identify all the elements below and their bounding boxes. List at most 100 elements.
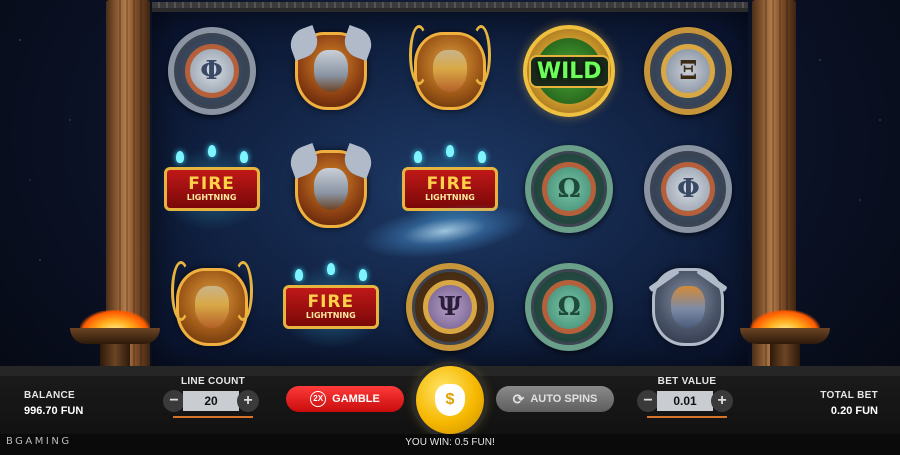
reel-cell xyxy=(271,12,390,130)
money-bag-icon: $ xyxy=(435,384,465,416)
bearded-face-icon xyxy=(194,286,229,328)
spark-icon xyxy=(294,269,303,281)
bet-value-control: BET VALUE − 0.01 + xyxy=(637,376,737,418)
bet-value-value: 0.01 xyxy=(657,391,713,411)
spin-button[interactable]: $ xyxy=(416,366,484,434)
gamble-button[interactable]: 2X GAMBLE xyxy=(286,386,404,412)
zeus-face-icon xyxy=(671,286,706,328)
reel-cell xyxy=(271,130,390,248)
god-symbol xyxy=(405,25,495,117)
spark-icon xyxy=(477,151,486,163)
omega-glyph: Ω xyxy=(542,162,597,216)
laurel-icon xyxy=(408,25,429,85)
line-count-label: LINE COUNT xyxy=(180,376,246,387)
bet-value-increase-button[interactable]: + xyxy=(711,390,733,412)
bet-value-underline xyxy=(647,416,727,418)
bearded-face-icon xyxy=(432,50,467,92)
spark-icon xyxy=(326,263,335,275)
refresh-icon: ⟳ xyxy=(512,390,525,407)
bet-value-label: BET VALUE xyxy=(657,376,717,387)
gamble-badge: 2X xyxy=(310,391,327,407)
reel-cell: FIRE LIGHTNING xyxy=(152,130,271,248)
laurel-icon xyxy=(470,25,491,85)
reel-cell: Ω xyxy=(510,130,629,248)
fire-lightning-symbol: FIRE LIGHTNING xyxy=(273,261,389,353)
line-count-value: 20 xyxy=(183,391,239,411)
warrior-symbol xyxy=(285,25,376,117)
fire-plate: FIRE LIGHTNING xyxy=(282,285,379,329)
spark-icon xyxy=(445,145,454,157)
reel-cell: Φ xyxy=(152,12,271,130)
warrior-symbol xyxy=(285,143,376,235)
reel-cell: Ω xyxy=(510,248,629,366)
reel-cell: FIRE LIGHTNING xyxy=(390,130,509,248)
reel-cell xyxy=(152,248,271,366)
auto-spins-label: AUTO SPINS xyxy=(530,393,598,405)
zeus-symbol xyxy=(643,261,733,353)
reel-cell xyxy=(629,248,748,366)
bet-value-decrease-button[interactable]: − xyxy=(637,390,659,412)
brazier-bowl xyxy=(740,328,830,344)
spark-icon xyxy=(175,151,184,163)
phi-glyph: Φ xyxy=(184,44,239,98)
torch-right xyxy=(740,310,830,344)
brazier-bowl xyxy=(70,328,160,344)
god-symbol xyxy=(167,261,257,353)
balance-display: BALANCE 996.70 FUN xyxy=(24,390,83,419)
balance-label: BALANCE xyxy=(24,390,75,401)
total-bet-label: TOTAL BET xyxy=(820,390,878,401)
fire-subtitle: LIGHTNING xyxy=(425,192,475,202)
sigma-glyph: Ξ xyxy=(661,44,716,98)
phi-shield-symbol: Φ xyxy=(167,27,256,115)
spark-icon xyxy=(358,269,367,281)
reel-cell: WILD xyxy=(510,12,629,130)
fire-title: FIRE xyxy=(307,291,355,312)
reel-cell xyxy=(390,12,509,130)
spark-icon xyxy=(239,151,248,163)
fire-lightning-symbol: FIRE LIGHTNING xyxy=(154,143,270,235)
fire-subtitle: LIGHTNING xyxy=(186,192,237,202)
wild-label: WILD xyxy=(528,54,610,88)
laurel-icon xyxy=(232,261,253,321)
reel-grid: Φ WILD Ξ FIRE LIGHTNING FIRE LIGHTNING Ω… xyxy=(152,12,748,366)
reel-cell: FIRE LIGHTNING xyxy=(271,248,390,366)
win-message: YOU WIN: 0.5 FUN! xyxy=(405,437,495,448)
line-count-increase-button[interactable]: + xyxy=(237,390,259,412)
wild-symbol: WILD xyxy=(523,25,616,117)
fire-lightning-symbol: FIRE LIGHTNING xyxy=(392,143,508,235)
line-count-stepper: − 20 + xyxy=(163,390,263,412)
psi-glyph: Ψ xyxy=(422,280,477,334)
dollar-glyph: $ xyxy=(445,391,455,408)
line-count-underline xyxy=(173,416,253,418)
fire-plate: FIRE LIGHTNING xyxy=(163,167,260,211)
reel-cell: Ψ xyxy=(390,248,509,366)
total-bet-value: 0.20 FUN xyxy=(830,405,878,417)
line-count-decrease-button[interactable]: − xyxy=(163,390,185,412)
spark-icon xyxy=(413,151,422,163)
reel-area: Φ WILD Ξ FIRE LIGHTNING FIRE LIGHTNING Ω… xyxy=(152,8,748,366)
phi-glyph: Φ xyxy=(661,162,716,216)
balance-value: 996.70 FUN xyxy=(24,405,84,417)
auto-spins-button[interactable]: ⟳ AUTO SPINS xyxy=(496,386,614,412)
bet-value-stepper: − 0.01 + xyxy=(637,390,737,412)
phi-shield-symbol: Φ xyxy=(644,145,733,233)
sigma-shield-symbol: Ξ xyxy=(644,27,733,115)
laurel-icon xyxy=(170,261,191,321)
fire-title: FIRE xyxy=(188,173,235,194)
fire-plate: FIRE LIGHTNING xyxy=(401,167,498,211)
line-count-control: LINE COUNT − 20 + xyxy=(163,376,263,418)
torch-left xyxy=(70,310,160,344)
omega-glyph: Ω xyxy=(542,280,597,334)
omega-shield-symbol: Ω xyxy=(525,263,614,351)
total-bet-display: TOTAL BET 0.20 FUN xyxy=(820,390,878,419)
fire-subtitle: LIGHTNING xyxy=(305,310,356,320)
helmet-icon xyxy=(313,168,348,210)
reel-cell: Φ xyxy=(629,130,748,248)
psi-shield-symbol: Ψ xyxy=(405,263,494,351)
spark-icon xyxy=(207,145,216,157)
gamble-label: GAMBLE xyxy=(332,393,380,405)
reel-cell: Ξ xyxy=(629,12,748,130)
omega-shield-symbol: Ω xyxy=(525,145,614,233)
helmet-icon xyxy=(313,50,348,92)
fire-title: FIRE xyxy=(426,173,474,194)
